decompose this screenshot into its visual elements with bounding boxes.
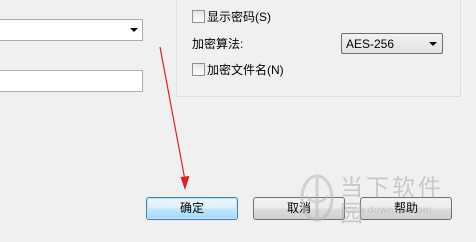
watermark-url: www.downxia.com	[342, 205, 432, 216]
watermark: 当下软件园 www.downxia.com	[297, 172, 457, 226]
watermark-logo-icon	[300, 174, 334, 222]
watermark-title: 当下软件园	[340, 174, 444, 226]
